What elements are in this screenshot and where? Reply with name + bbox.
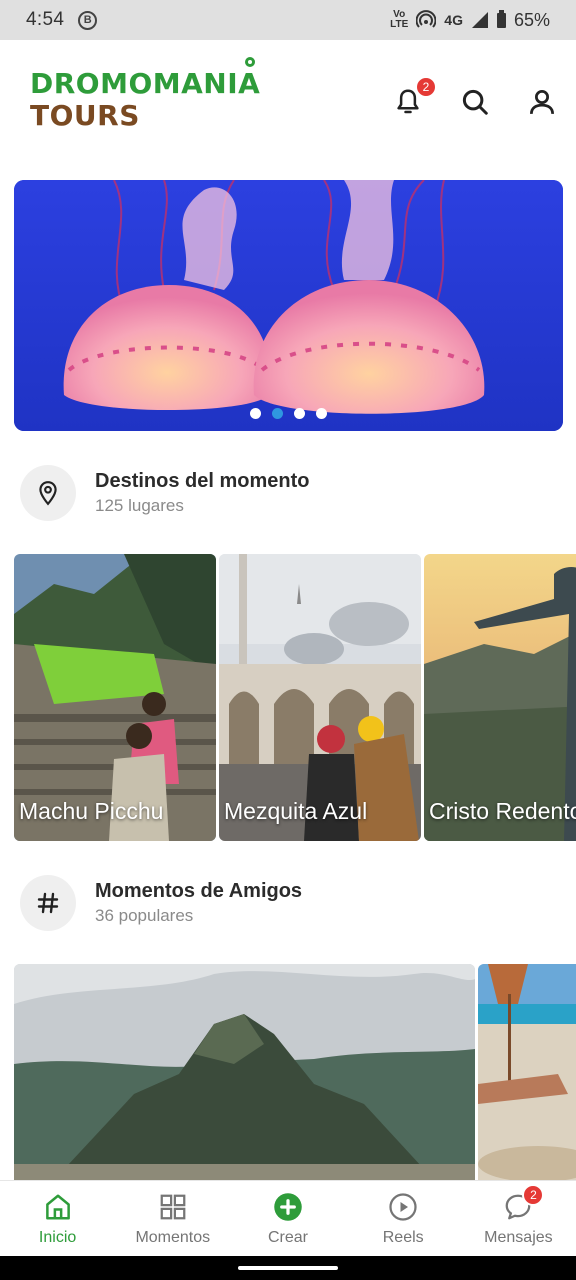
nav-crear[interactable]: Crear <box>230 1181 345 1256</box>
carousel-dot[interactable] <box>316 408 327 419</box>
section-title: Momentos de Amigos <box>95 880 303 902</box>
logo-line-2: TOURS <box>30 99 140 132</box>
b-app-icon: B <box>78 10 98 30</box>
destination-card[interactable]: Cristo Redentor <box>424 554 576 841</box>
destinos-section-header[interactable]: Destinos del momento 125 lugares <box>20 465 560 525</box>
status-bar: 4:54 B Vo LTE 4G 65% <box>0 0 576 40</box>
profile-button[interactable] <box>524 84 560 120</box>
destination-card[interactable]: Mezquita Azul <box>219 554 421 841</box>
notification-badge: 2 <box>415 76 437 98</box>
destination-label: Cristo Redentor <box>429 798 576 824</box>
notifications-button[interactable]: 2 <box>390 76 437 120</box>
user-icon <box>530 90 554 114</box>
app-header: DROMOMANIA TOURS 2 <box>0 40 576 160</box>
play-circle-icon <box>389 1193 417 1221</box>
status-time: 4:54 <box>26 9 65 30</box>
nav-label: Inicio <box>38 1229 77 1246</box>
destinations-carousel[interactable]: Machu Picchu Mezquita Azul Cristo Redent… <box>14 554 576 841</box>
bottom-navigation: Inicio Momentos Crear Reels 2 Mensajes <box>0 1180 576 1256</box>
plus-circle-icon <box>274 1193 302 1221</box>
carousel-dot[interactable] <box>250 408 261 419</box>
search-button[interactable] <box>457 84 493 120</box>
logo-line-1: DROMOMANIA <box>30 67 261 100</box>
moment-card[interactable] <box>478 964 576 1180</box>
carousel-dot[interactable] <box>294 408 305 419</box>
search-icon <box>462 89 488 115</box>
system-gesture-bar <box>0 1256 576 1280</box>
grid-icon <box>160 1194 186 1220</box>
destination-label: Machu Picchu <box>19 798 164 824</box>
nav-momentos[interactable]: Momentos <box>115 1181 230 1256</box>
beach-moment-image <box>478 964 576 1180</box>
home-gesture-handle[interactable] <box>238 1266 338 1270</box>
nav-label: Mensajes <box>484 1229 553 1246</box>
messages-badge: 2 <box>522 1184 545 1206</box>
status-right-icons: Vo LTE 4G 65% <box>390 9 550 31</box>
section-icon <box>20 465 76 521</box>
nav-label: Reels <box>382 1229 424 1246</box>
section-subtitle: 125 lugares <box>95 496 184 515</box>
location-pin-icon <box>39 481 57 506</box>
hashtag-icon <box>37 892 59 914</box>
carousel-dots <box>14 408 563 419</box>
featured-carousel[interactable] <box>14 180 563 431</box>
destination-label: Mezquita Azul <box>224 798 368 824</box>
signal-icon <box>471 12 488 28</box>
battery-icon <box>496 9 506 28</box>
momentos-section-header[interactable]: Momentos de Amigos 36 populares <box>20 875 560 935</box>
section-title: Destinos del momento <box>95 470 310 492</box>
destination-card[interactable]: Machu Picchu <box>14 554 216 841</box>
nav-label: Momentos <box>135 1229 211 1246</box>
brand-logo[interactable]: DROMOMANIA TOURS <box>30 57 261 132</box>
home-icon <box>45 1194 70 1220</box>
section-icon <box>20 875 76 931</box>
mountain-moment-image <box>14 964 475 1180</box>
logo-pin-icon <box>245 57 256 67</box>
hotspot-icon <box>416 10 437 28</box>
section-subtitle: 36 populares <box>95 906 194 925</box>
nav-label: Crear <box>268 1229 309 1246</box>
volte-icon: Vo LTE <box>390 9 409 30</box>
battery-percent: 65% <box>513 9 550 30</box>
nav-mensajes[interactable]: 2 Mensajes <box>461 1181 576 1256</box>
jellyfish-banner-image <box>14 180 563 431</box>
network-type: 4G <box>444 12 463 28</box>
nav-reels[interactable]: Reels <box>346 1181 461 1256</box>
moments-carousel[interactable] <box>14 964 576 1180</box>
moment-card[interactable] <box>14 964 475 1180</box>
carousel-dot-active[interactable] <box>272 408 283 419</box>
nav-inicio[interactable]: Inicio <box>0 1181 115 1256</box>
